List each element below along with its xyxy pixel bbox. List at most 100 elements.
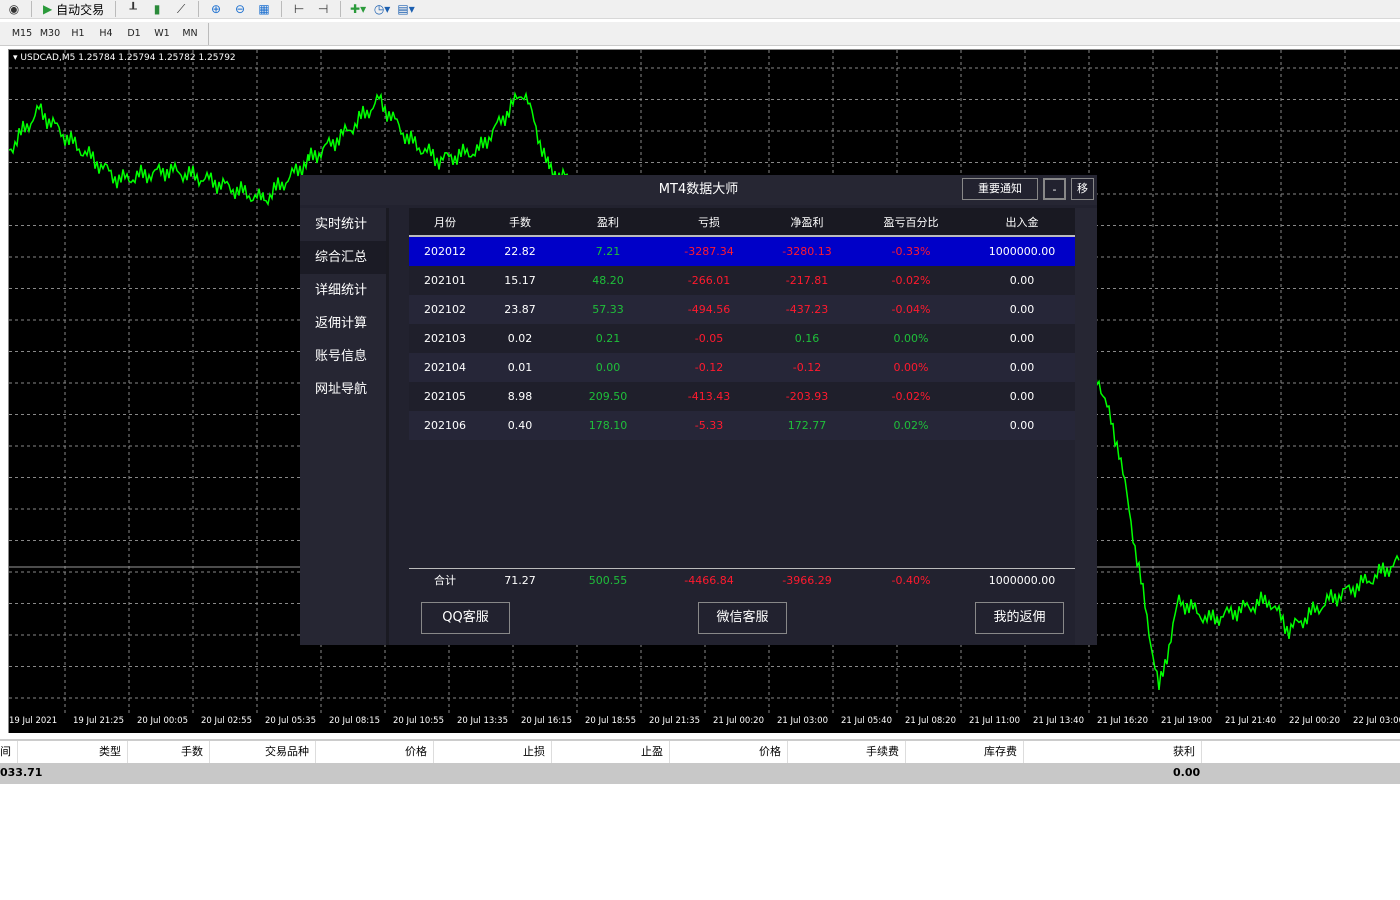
table-cell: 202106 [424, 419, 466, 432]
template-icon[interactable]: ▤▾ [396, 1, 416, 18]
move-button[interactable]: 移 [1071, 178, 1094, 200]
terminal-column-header[interactable]: 价格 [670, 741, 788, 763]
table-row[interactable]: 202102 23.87 57.33 -494.56 -437.23 -0.04% 0.00 [409, 295, 1075, 324]
sidebar-item[interactable]: 综合汇总 [300, 241, 386, 274]
table-cell: -413.43 [687, 390, 731, 403]
table-row[interactable]: 202106 0.40 178.10 -5.33 172.77 0.02% 0.00 [409, 411, 1075, 440]
autotrade-button[interactable]: ▶ 自动交易 [39, 1, 108, 18]
table-cell: -0.12 [792, 361, 822, 374]
toolbar-separator [340, 1, 342, 17]
minimize-button[interactable]: - [1043, 178, 1066, 200]
table-cell: 0.00% [893, 332, 929, 345]
table-cell: -0.33% [891, 245, 931, 258]
timeframe-mn[interactable]: MN [176, 28, 204, 39]
table-cell: 178.10 [588, 419, 628, 432]
time-label: 19 Jul 2021 [9, 716, 58, 726]
terminal-column-header[interactable]: 获利 [1024, 741, 1202, 763]
timeframe-m30[interactable]: M30 [36, 28, 64, 39]
sidebar-item[interactable]: 详细统计 [300, 274, 386, 307]
terminal-column-header[interactable]: 交易品种 [210, 741, 316, 763]
table-row[interactable]: 202103 0.02 0.21 -0.05 0.16 0.00% 0.00 [409, 324, 1075, 353]
terminal-column-header[interactable]: 间 [0, 741, 18, 763]
sidebar-item[interactable]: 网址导航 [300, 373, 386, 406]
column-header[interactable]: 盈亏百分比 [853, 214, 969, 230]
signal-icon[interactable]: ◉ [4, 1, 24, 18]
period-clock-icon[interactable]: ◷▾ [372, 1, 392, 18]
time-label: 21 Jul 19:00 [1161, 716, 1212, 726]
timeframe-h4[interactable]: H4 [92, 28, 120, 39]
timeframe-m15[interactable]: M15 [8, 28, 36, 39]
total-cell: 500.55 [588, 573, 628, 587]
table-cell: 7.21 [595, 245, 621, 258]
time-label: 20 Jul 13:35 [457, 716, 508, 726]
terminal-column-header[interactable]: 手续费 [788, 741, 906, 763]
table-cell: 8.98 [507, 390, 533, 403]
my-rebate-button[interactable]: 我的返佣 [975, 602, 1064, 634]
sidebar-item[interactable]: 实时统计 [300, 208, 386, 241]
time-label: 20 Jul 21:35 [649, 716, 700, 726]
timeframe-w1[interactable]: W1 [148, 28, 176, 39]
table-cell: 23.87 [504, 303, 536, 316]
toolbar-separator [31, 1, 32, 17]
column-header[interactable]: 净盈利 [761, 214, 853, 230]
bar-chart-icon[interactable]: ┸ [123, 1, 143, 18]
table-cell: 0.02% [893, 419, 929, 432]
table-cell: 0.16 [794, 332, 820, 345]
table-row[interactable]: 202104 0.01 0.00 -0.12 -0.12 0.00% 0.00 [409, 353, 1075, 382]
terminal-column-header[interactable]: 止损 [434, 741, 552, 763]
qq-service-button[interactable]: QQ客服 [421, 602, 510, 634]
line-chart-icon[interactable]: ⟋ [171, 1, 191, 18]
terminal-column-header[interactable]: 价格 [316, 741, 434, 763]
timeframe-bar: M15 M30 H1 H4 D1 W1 MN [0, 22, 1400, 46]
column-header[interactable]: 手数 [481, 214, 559, 230]
time-label: 19 Jul 21:25 [73, 716, 124, 726]
table-row[interactable]: 202012 22.82 7.21 -3287.34 -3280.13 -0.33% 100… [409, 237, 1075, 266]
time-axis: 19 Jul 2021 19 Jul 21:25 20 Jul 00:05 20 Ju… [9, 714, 1400, 733]
sidebar-item[interactable]: 账号信息 [300, 340, 386, 373]
terminal-balance-row[interactable]: 033.71 0.00 [0, 763, 1400, 784]
column-header[interactable]: 盈利 [559, 214, 657, 230]
column-header[interactable]: 月份 [409, 214, 481, 230]
terminal-column-header[interactable]: 库存费 [906, 741, 1024, 763]
new-indicator-icon[interactable]: ✚▾ [348, 1, 368, 18]
table-cell: 0.00 [1009, 361, 1035, 374]
table-cell: -203.93 [785, 390, 829, 403]
timeframe-d1[interactable]: D1 [120, 28, 148, 39]
mt4-data-master-dialog: MT4数据大师 重要通知 - 移 实时统计 综合汇总 详细统计 返佣计算 账号信息 网址导… [300, 175, 1097, 645]
zoom-out-icon[interactable]: ⊖ [230, 1, 250, 18]
table-cell: 202102 [424, 303, 466, 316]
monthly-summary-table: 月份 手数 盈利 亏损 净盈利 盈亏百分比 出入金 202012 22.82 7.21 -3287… [409, 208, 1075, 440]
time-label: 21 Jul 00:20 [713, 716, 764, 726]
table-cell: -3280.13 [782, 245, 832, 258]
table-row[interactable]: 202101 15.17 48.20 -266.01 -217.81 -0.02% 0.00 [409, 266, 1075, 295]
zoom-in-icon[interactable]: ⊕ [206, 1, 226, 18]
toolbar-separator [115, 1, 117, 17]
toolbar-separator [198, 1, 200, 17]
timeframe-h1[interactable]: H1 [64, 28, 92, 39]
column-header[interactable]: 亏损 [657, 214, 761, 230]
total-cell: 合计 [434, 574, 456, 587]
table-cell: -437.23 [785, 303, 829, 316]
table-cell: 0.02 [507, 332, 533, 345]
table-cell: 202104 [424, 361, 466, 374]
table-cell: 0.00 [1009, 390, 1035, 403]
tile-windows-icon[interactable]: ▦ [254, 1, 274, 18]
table-header: 月份 手数 盈利 亏损 净盈利 盈亏百分比 出入金 [409, 208, 1075, 237]
column-header[interactable]: 出入金 [969, 214, 1075, 230]
chart-shift-icon[interactable]: ⊢ [289, 1, 309, 18]
total-cell: -4466.84 [684, 573, 734, 587]
sidebar-item[interactable]: 返佣计算 [300, 307, 386, 340]
candlestick-icon[interactable]: ▮ [147, 1, 167, 18]
table-row[interactable]: 202105 8.98 209.50 -413.43 -203.93 -0.02% 0.00 [409, 382, 1075, 411]
autoscroll-icon[interactable]: ⊣ [313, 1, 333, 18]
table-cell: 57.33 [592, 303, 624, 316]
terminal-column-header[interactable]: 止盈 [552, 741, 670, 763]
time-label: 20 Jul 18:55 [585, 716, 636, 726]
important-notice-button[interactable]: 重要通知 [962, 178, 1038, 200]
terminal-column-header[interactable]: 类型 [18, 741, 128, 763]
wechat-service-button[interactable]: 微信客服 [698, 602, 787, 634]
time-label: 21 Jul 03:00 [777, 716, 828, 726]
terminal-column-header[interactable]: 手数 [128, 741, 210, 763]
table-cell: 209.50 [588, 390, 628, 403]
total-row: 合计 71.27 500.55 -4466.84 -3966.29 -0.40% 10000… [409, 571, 1075, 589]
